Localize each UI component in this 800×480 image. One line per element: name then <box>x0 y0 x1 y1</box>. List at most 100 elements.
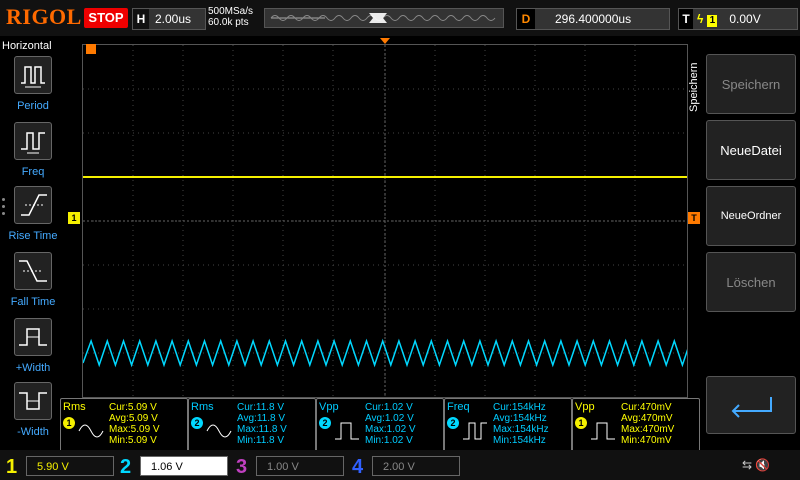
avg-value: Avg:154kHz <box>493 413 547 424</box>
rms-icon <box>78 424 104 438</box>
sidebar-item-negative-width[interactable]: -Width <box>4 382 62 444</box>
cur-value: Cur:5.09 V <box>109 402 157 413</box>
measurement-box[interactable]: Vpp 2 Cur:1.02 V Avg:1.02 V Max:1.02 V M… <box>316 398 444 452</box>
sidebar-item-freq[interactable]: Freq <box>4 122 62 184</box>
sample-rate: 500MSa/s <box>208 6 254 17</box>
measurement-box[interactable]: Rms 2 Cur:11.8 V Avg:11.8 V Max:11.8 V M… <box>188 398 316 452</box>
min-value: Min:470mV <box>621 435 672 446</box>
new-file-button[interactable]: NeueDatei <box>706 120 796 180</box>
trigger-position-marker[interactable] <box>380 38 390 44</box>
sidebar-title: Horizontal <box>2 40 52 52</box>
sidebar-item-fall-time[interactable]: Fall Time <box>4 252 62 314</box>
min-value: Min:154kHz <box>493 435 546 446</box>
top-status-bar: RIGOL STOP H 2.00us 500MSa/s 60.0k pts D 2… <box>0 0 800 36</box>
avg-value: Avg:11.8 V <box>237 413 285 424</box>
avg-value: Avg:1.02 V <box>365 413 414 424</box>
usb-icon: ⇆ 🔇 <box>742 458 771 472</box>
brand-logo: RIGOL <box>6 4 82 29</box>
channel-scale: 1.06 V <box>140 456 228 476</box>
measurement-values: Cur:154kHz Avg:154kHz Max:154kHz Min:154… <box>493 402 549 446</box>
trigger-channel-badge: 1 <box>707 15 718 27</box>
sidebar-item-positive-width[interactable]: +Width <box>4 318 62 380</box>
trigger-key: T <box>679 9 693 29</box>
delay-value: 296.400000us <box>555 12 632 26</box>
min-value: Min:11.8 V <box>237 435 285 446</box>
delay-key: D <box>517 9 535 29</box>
horizontal-delay-display[interactable]: D 296.400000us <box>516 8 670 30</box>
enter-button[interactable] <box>706 376 796 434</box>
measurement-name: Freq <box>447 401 470 413</box>
max-value: Max:11.8 V <box>237 424 287 435</box>
measurement-values: Cur:11.8 V Avg:11.8 V Max:11.8 V Min:11.… <box>237 402 287 446</box>
channel-number: 1 <box>6 456 18 478</box>
new-folder-button[interactable]: NeueOrdner <box>706 186 796 246</box>
sidebar-item-label: Fall Time <box>10 296 56 308</box>
sidebar-item-label: -Width <box>17 426 49 438</box>
trigger-level-marker[interactable]: T <box>688 212 700 224</box>
menu-title: Speichern <box>688 62 700 112</box>
channel-scale: 5.90 V <box>26 456 114 476</box>
trigger-level: 0.00V <box>729 12 761 26</box>
channel-number: 4 <box>352 456 364 478</box>
memory-overview-waveform <box>270 13 496 23</box>
channel-1-tab[interactable]: 1 5.90 V <box>4 456 116 478</box>
enter-icon <box>731 397 772 418</box>
save-button[interactable]: Speichern <box>706 54 796 114</box>
delete-button[interactable]: Löschen <box>706 252 796 312</box>
memory-depth: 60.0k pts <box>208 17 249 28</box>
sidebar-item-label: Period <box>17 100 49 112</box>
trigger-edge-icon: ϟ <box>697 12 704 26</box>
channel-scale: 1.00 V <box>256 456 344 476</box>
peak-to-peak-icon <box>335 422 359 440</box>
timebase-display[interactable]: H 2.00us <box>132 8 206 30</box>
measurement-values: Cur:470mV Avg:470mV Max:470mV Min:470mV <box>621 402 674 446</box>
cur-value: Cur:154kHz <box>493 402 546 413</box>
cur-value: Cur:470mV <box>621 402 672 413</box>
measurement-name: Vpp <box>575 401 595 413</box>
channel-badge: 2 <box>319 417 331 429</box>
positive-width-icon <box>14 318 52 356</box>
memory-overview <box>264 8 504 28</box>
measurement-values: Cur:5.09 V Avg:5.09 V Max:5.09 V Min:5.0… <box>109 402 160 446</box>
channel-badge: 2 <box>191 417 203 429</box>
period-icon <box>14 56 52 94</box>
channel-3-tab[interactable]: 3 1.00 V <box>234 456 346 478</box>
max-value: Max:1.02 V <box>365 424 416 435</box>
negative-width-icon <box>14 382 52 420</box>
channel-2-tab[interactable]: 2 1.06 V <box>118 456 230 478</box>
channel-badge: 1 <box>63 417 75 429</box>
cur-value: Cur:11.8 V <box>237 402 285 413</box>
measurement-box[interactable]: Vpp 1 Cur:470mV Avg:470mV Max:470mV Min:… <box>572 398 700 452</box>
waveform-canvas <box>83 45 687 397</box>
ch1-offset-marker[interactable]: 1 <box>68 212 80 224</box>
min-value: Min:1.02 V <box>365 435 413 446</box>
waveform-display[interactable] <box>82 44 688 398</box>
channel-badge: 1 <box>575 417 587 429</box>
run-stop-indicator[interactable]: STOP <box>84 8 128 28</box>
frequency-icon <box>463 422 487 440</box>
trigger-display[interactable]: Tϟ 1 0.00V <box>678 8 798 30</box>
measurement-sidebar: Horizontal Period Freq Rise Time Fall Ti… <box>0 36 62 450</box>
sidebar-item-label: +Width <box>15 362 51 374</box>
max-value: Max:5.09 V <box>109 424 160 435</box>
measurement-box[interactable]: Rms 1 Cur:5.09 V Avg:5.09 V Max:5.09 V M… <box>60 398 188 452</box>
channel-badge: 2 <box>447 417 459 429</box>
sidebar-item-rise-time[interactable]: Rise Time <box>4 186 62 248</box>
measurement-box[interactable]: Freq 2 Cur:154kHz Avg:154kHz Max:154kHz … <box>444 398 572 452</box>
trigger-time-marker[interactable] <box>86 44 96 54</box>
channel-number: 2 <box>120 456 132 478</box>
channel-number: 3 <box>236 456 248 478</box>
measurement-name: Rms <box>63 401 86 413</box>
measurement-values: Cur:1.02 V Avg:1.02 V Max:1.02 V Min:1.0… <box>365 402 416 446</box>
rms-icon <box>206 424 232 438</box>
sidebar-item-label: Freq <box>21 166 45 178</box>
sidebar-item-period[interactable]: Period <box>4 56 62 118</box>
acquisition-info: 500MSa/s 60.0k pts <box>208 6 253 28</box>
cur-value: Cur:1.02 V <box>365 402 413 413</box>
channel-4-tab[interactable]: 4 2.00 V <box>350 456 462 478</box>
sidebar-item-label: Rise Time <box>8 230 58 242</box>
channel-scale: 2.00 V <box>372 456 460 476</box>
peak-to-peak-icon <box>591 422 615 440</box>
avg-value: Avg:470mV <box>621 413 673 424</box>
avg-value: Avg:5.09 V <box>109 413 158 424</box>
